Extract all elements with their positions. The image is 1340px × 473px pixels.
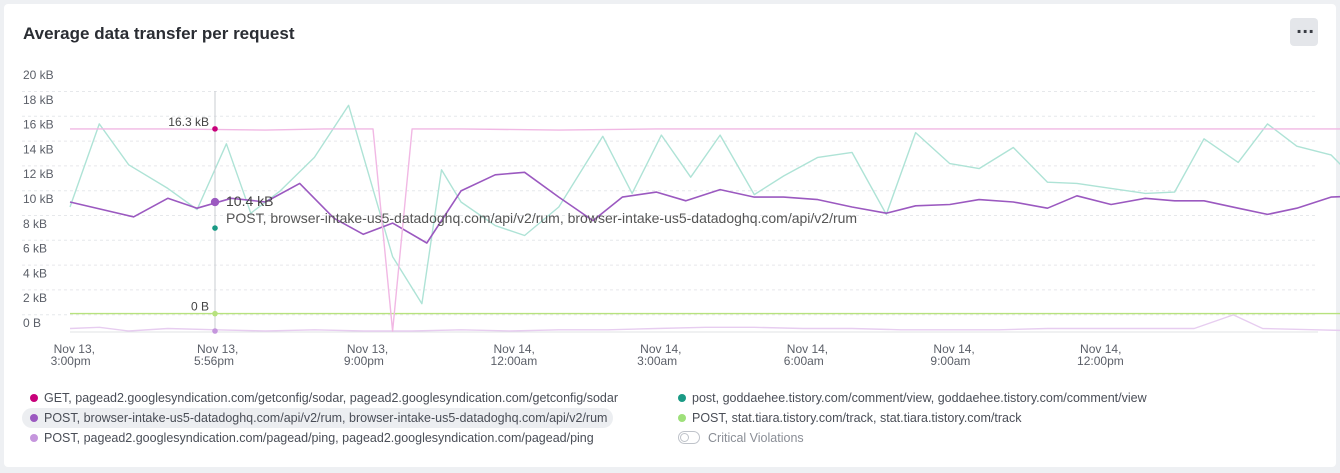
- y-tick-label: 14 kB: [23, 142, 54, 156]
- critical-violations-label: Critical Violations: [708, 431, 804, 445]
- tooltip-series: POST, browser-intake-us5-datadoghq.com/a…: [226, 210, 857, 226]
- y-tick-label: 16 kB: [23, 118, 54, 132]
- x-tick-label: 3:00pm: [51, 354, 91, 368]
- legend-item-post-ping[interactable]: POST, pagead2.googlesyndication.com/page…: [22, 428, 600, 448]
- legend-label: POST, stat.tiara.tistory.com/track, stat…: [692, 411, 1022, 425]
- cursor-marker: [212, 328, 218, 334]
- legend-label: post, goddaehee.tistory.com/comment/view…: [692, 391, 1147, 405]
- x-tick-label: 5:56pm: [194, 354, 234, 368]
- y-tick-label: 10 kB: [23, 192, 54, 206]
- legend-label: POST, pagead2.googlesyndication.com/page…: [44, 431, 594, 445]
- y-tick-label: 0 B: [23, 316, 41, 330]
- series-line: [70, 128, 1340, 332]
- x-tick-label: 12:00am: [491, 354, 538, 368]
- y-tick-label: 4 kB: [23, 266, 47, 280]
- y-axis-ticks: 0 B 2 kB 4 kB 6 kB 8 kB 10 kB 12 kB 14 kB 16 kB 1…: [23, 68, 54, 330]
- legend-item-post-tiara[interactable]: POST, stat.tiara.tistory.com/track, stat…: [670, 408, 1027, 428]
- marker-value-label: 16.3 kB: [168, 115, 209, 129]
- cursor-marker: [212, 310, 218, 317]
- hover-cursor: 16.3 kB 0 B 10.4 kBPOST, browser-intake-us…: [168, 91, 857, 334]
- legend-label: GET, pagead2.googlesyndication.com/getco…: [44, 391, 618, 405]
- y-tick-label: 18 kB: [23, 93, 54, 107]
- cursor-marker: [212, 225, 218, 231]
- y-tick-label: 12 kB: [23, 167, 54, 181]
- x-tick-label: 9:00am: [930, 354, 970, 368]
- legend-label: POST, browser-intake-us5-datadoghq.com/a…: [44, 411, 608, 425]
- x-tick-label: 3:00am: [637, 354, 677, 368]
- critical-violations-toggle[interactable]: Critical Violations: [670, 428, 810, 448]
- y-tick-label: 6 kB: [23, 242, 47, 256]
- toggle-icon[interactable]: [678, 431, 700, 444]
- y-tick-label: 8 kB: [23, 217, 47, 231]
- legend-item-get-sodar[interactable]: GET, pagead2.googlesyndication.com/getco…: [22, 388, 624, 408]
- y-tick-label: 2 kB: [23, 291, 47, 305]
- legend-swatch: [30, 394, 38, 402]
- y-tick-label: 20 kB: [23, 68, 54, 82]
- legend-item-post-comment[interactable]: post, goddaehee.tistory.com/comment/view…: [670, 388, 1153, 408]
- line-chart: 0 B 2 kB 4 kB 6 kB 8 kB 10 kB 12 kB 14 kB 16 kB 1…: [22, 68, 1340, 368]
- cursor-marker: [212, 126, 218, 132]
- legend: GET, pagead2.googlesyndication.com/getco…: [18, 384, 1328, 464]
- marker-value-label: 0 B: [191, 300, 209, 314]
- cursor-marker: [210, 197, 220, 207]
- legend-swatch: [30, 434, 38, 442]
- x-tick-label: 6:00am: [784, 354, 824, 368]
- legend-item-post-rum[interactable]: POST, browser-intake-us5-datadoghq.com/a…: [22, 408, 614, 428]
- legend-swatch: [678, 394, 686, 402]
- legend-swatch: [30, 414, 38, 422]
- legend-swatch: [678, 414, 686, 422]
- tooltip-value: 10.4 kB: [226, 193, 273, 209]
- x-axis-ticks: Nov 13,3:00pmNov 13,5:56pmNov 13,9:00pmN…: [51, 342, 1124, 368]
- series-line: [69, 314, 1340, 332]
- x-tick-label: 9:00pm: [344, 354, 384, 368]
- x-tick-label: 12:00pm: [1077, 354, 1124, 368]
